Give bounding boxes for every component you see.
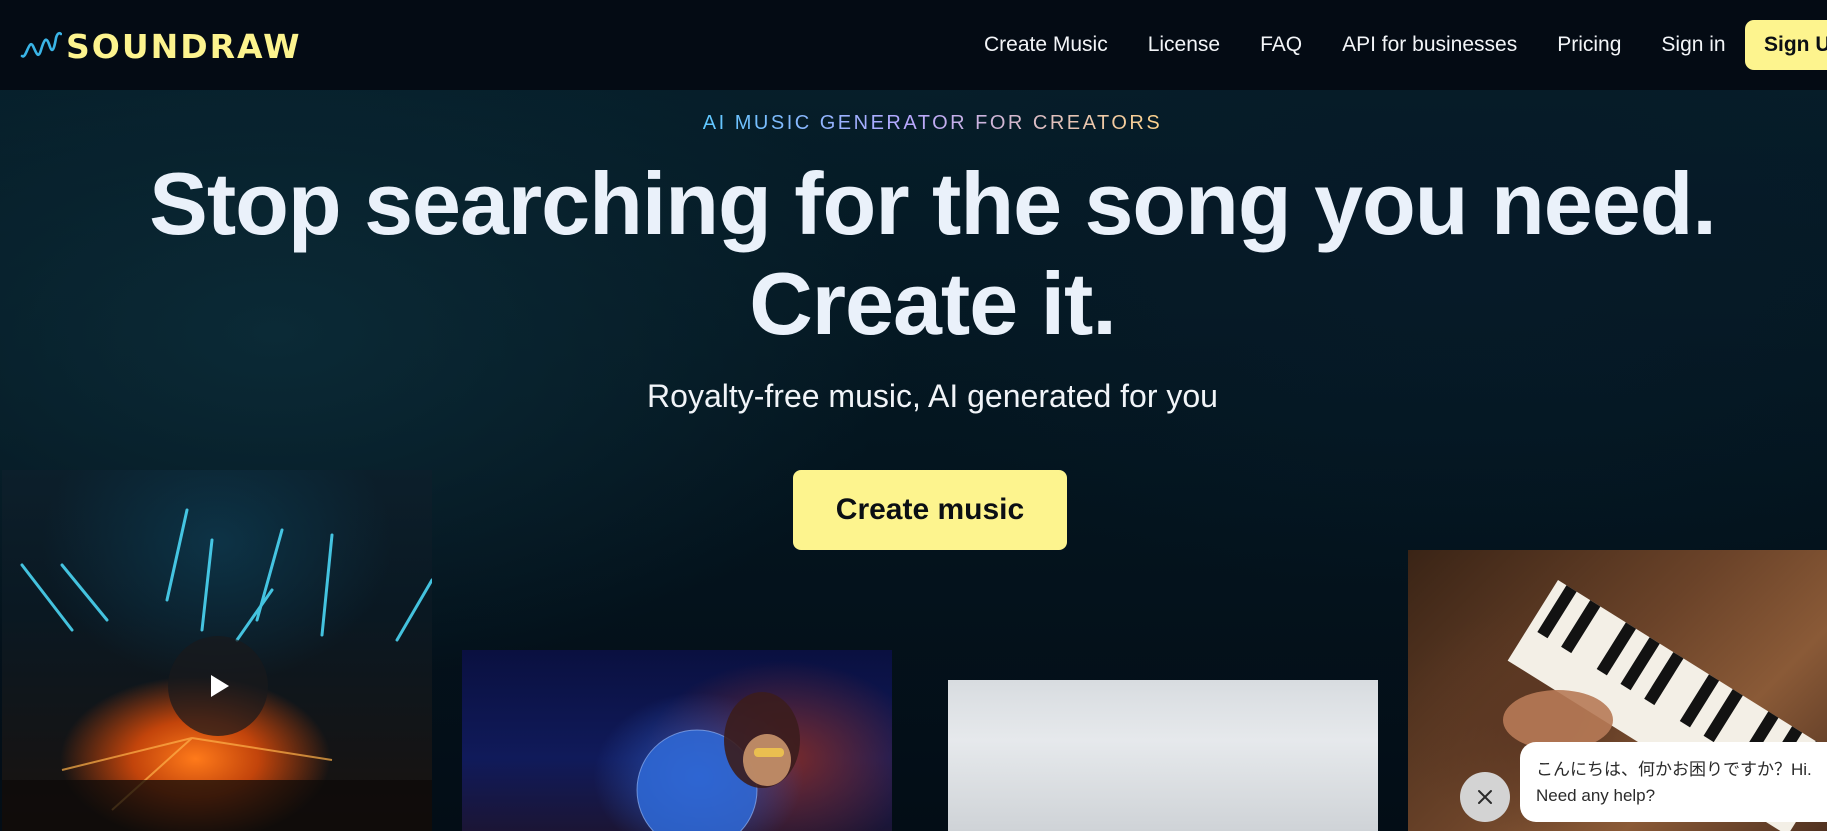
nav-sign-in[interactable]: Sign in <box>1661 33 1725 57</box>
nav-api-for-businesses[interactable]: API for businesses <box>1342 33 1517 57</box>
close-icon <box>1478 790 1492 804</box>
nav-license[interactable]: License <box>1148 33 1220 57</box>
main-nav: Create Music License FAQ API for busines… <box>984 30 1766 60</box>
disco-image <box>636 692 800 831</box>
disco-image-card[interactable] <box>462 650 892 831</box>
chat-close-button[interactable] <box>1460 772 1510 822</box>
hero-headline-line2: Create it. <box>749 254 1117 353</box>
hero-subhead: Royalty-free music, AI generated for you <box>647 378 1218 414</box>
sign-up-button[interactable]: Sign Up <box>1745 20 1827 70</box>
site-header: SOUNDRAW Create Music License FAQ API fo… <box>0 0 1827 90</box>
hero-eyebrow-text: AI MUSIC GENERATOR FOR CREATORS <box>702 112 1163 134</box>
play-icon <box>211 675 229 697</box>
hero-eyebrow: AI MUSIC GENERATOR FOR CREATORS <box>0 112 1827 135</box>
chat-bubble[interactable]: こんにちは、何かお困りですか？Hi. Need any help? <box>1520 742 1827 822</box>
play-button[interactable] <box>168 636 268 736</box>
nav-create-music[interactable]: Create Music <box>984 33 1108 57</box>
chat-message-line1: こんにちは、何かお困りですか？Hi. <box>1536 760 1812 779</box>
chat-message-line2: Need any help? <box>1536 786 1656 805</box>
studio-image-card[interactable] <box>948 680 1378 831</box>
create-music-button[interactable]: Create music <box>793 470 1067 550</box>
hero-headline-line1: Stop searching for the song you need. <box>149 154 1717 253</box>
waveform-icon <box>20 31 62 58</box>
logo[interactable]: SOUNDRAW <box>20 26 302 66</box>
logo-text: SOUNDRAW <box>66 26 302 66</box>
nav-faq[interactable]: FAQ <box>1260 33 1302 57</box>
nav-pricing[interactable]: Pricing <box>1557 33 1621 57</box>
